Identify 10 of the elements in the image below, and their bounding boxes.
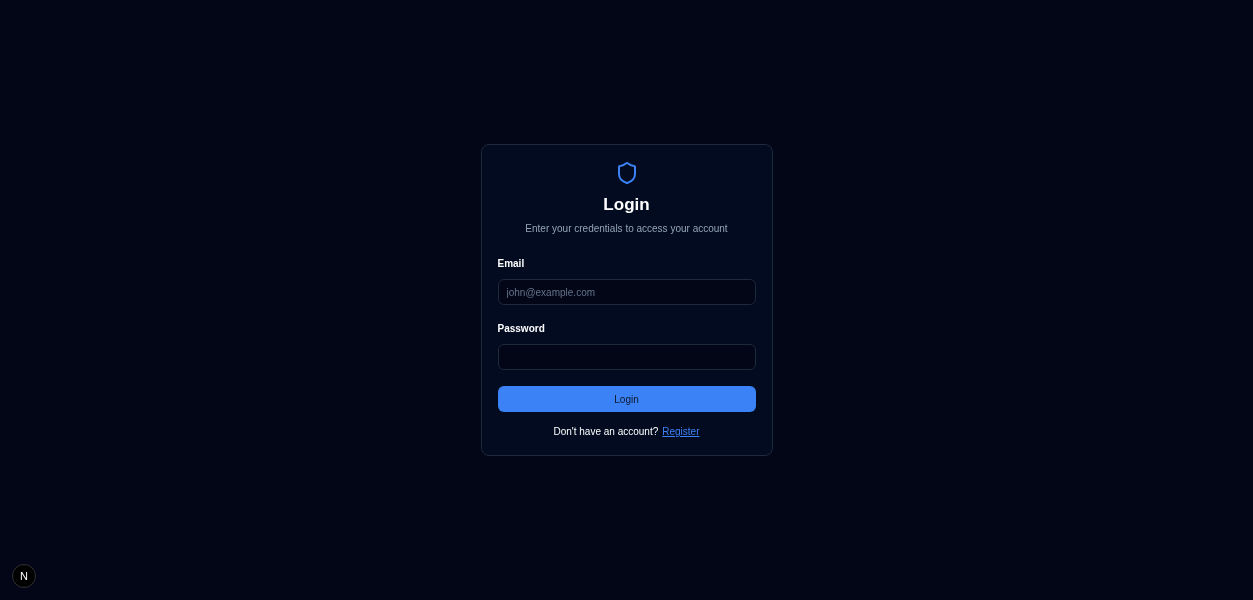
dev-badge[interactable]: N [12, 564, 36, 588]
register-link[interactable]: Register [662, 424, 700, 439]
login-subtitle: Enter your credentials to access your account [525, 222, 728, 236]
input-field[interactable] [497, 344, 756, 370]
login-title: Login [603, 194, 650, 216]
input-field[interactable]: john@example.com [497, 279, 756, 305]
register-prompt: Don't have an account? [553, 425, 659, 439]
field-label: Password [497, 322, 546, 336]
login-button[interactable]: Login [497, 386, 756, 412]
field-label: Email [497, 257, 526, 271]
